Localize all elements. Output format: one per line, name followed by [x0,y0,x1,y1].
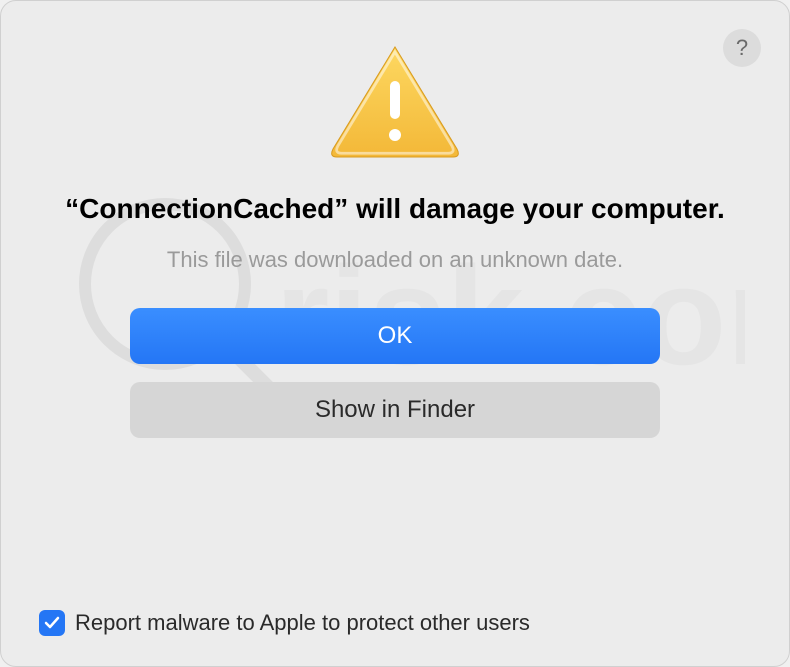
report-checkbox[interactable] [39,610,65,636]
dialog-content: “ConnectionCached” will damage your comp… [1,41,789,488]
report-checkbox-row: Report malware to Apple to protect other… [39,610,530,636]
dialog-title: “ConnectionCached” will damage your comp… [25,191,765,227]
ok-button[interactable]: OK [130,308,660,364]
warning-icon [325,41,465,161]
alert-dialog: risk.com ? “ConnectionCached” will damag… [0,0,790,667]
button-container: OK Show in Finder [130,308,660,438]
dialog-subtitle: This file was downloaded on an unknown d… [127,247,663,273]
show-in-finder-button[interactable]: Show in Finder [130,382,660,438]
report-checkbox-label: Report malware to Apple to protect other… [75,610,530,636]
checkmark-icon [43,614,61,632]
